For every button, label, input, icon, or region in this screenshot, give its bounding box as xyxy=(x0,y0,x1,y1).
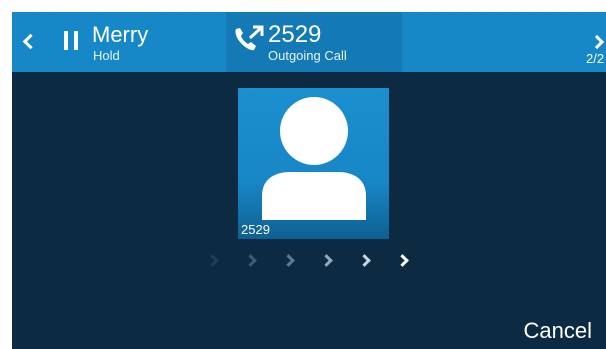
contact-number-label: 2529 xyxy=(241,222,270,237)
chevron-right-icon[interactable] xyxy=(589,34,605,50)
active-call-status: Outgoing Call xyxy=(268,48,347,63)
active-call-number: 2529 xyxy=(268,21,322,48)
cancel-softkey[interactable]: Cancel xyxy=(492,318,592,344)
active-call-tab[interactable]: 2529 Outgoing Call xyxy=(226,12,402,72)
calling-progress-arrows xyxy=(206,251,428,271)
progress-arrow-icon xyxy=(282,254,295,267)
person-icon xyxy=(262,97,366,220)
progress-arrow-icon xyxy=(358,254,371,267)
held-call-name: Merry xyxy=(92,22,149,47)
held-call-status: Hold xyxy=(93,48,120,63)
outgoing-call-icon xyxy=(235,25,264,51)
progress-arrow-icon xyxy=(244,254,257,267)
progress-arrow-icon xyxy=(396,254,409,267)
progress-arrow-icon xyxy=(206,254,219,267)
contact-avatar: 2529 xyxy=(238,88,389,239)
chevron-left-icon[interactable] xyxy=(22,33,39,50)
progress-arrow-icon xyxy=(320,254,333,267)
call-header: Merry Hold 2529 Outgoing Call 2/2 xyxy=(12,12,606,72)
next-call-tab[interactable]: 2/2 xyxy=(402,12,606,72)
pause-icon xyxy=(64,31,78,50)
held-call-tab[interactable]: Merry Hold xyxy=(12,12,226,72)
page-indicator: 2/2 xyxy=(586,51,605,66)
phone-screen: Merry Hold 2529 Outgoing Call 2/2 2529 C… xyxy=(12,12,606,349)
